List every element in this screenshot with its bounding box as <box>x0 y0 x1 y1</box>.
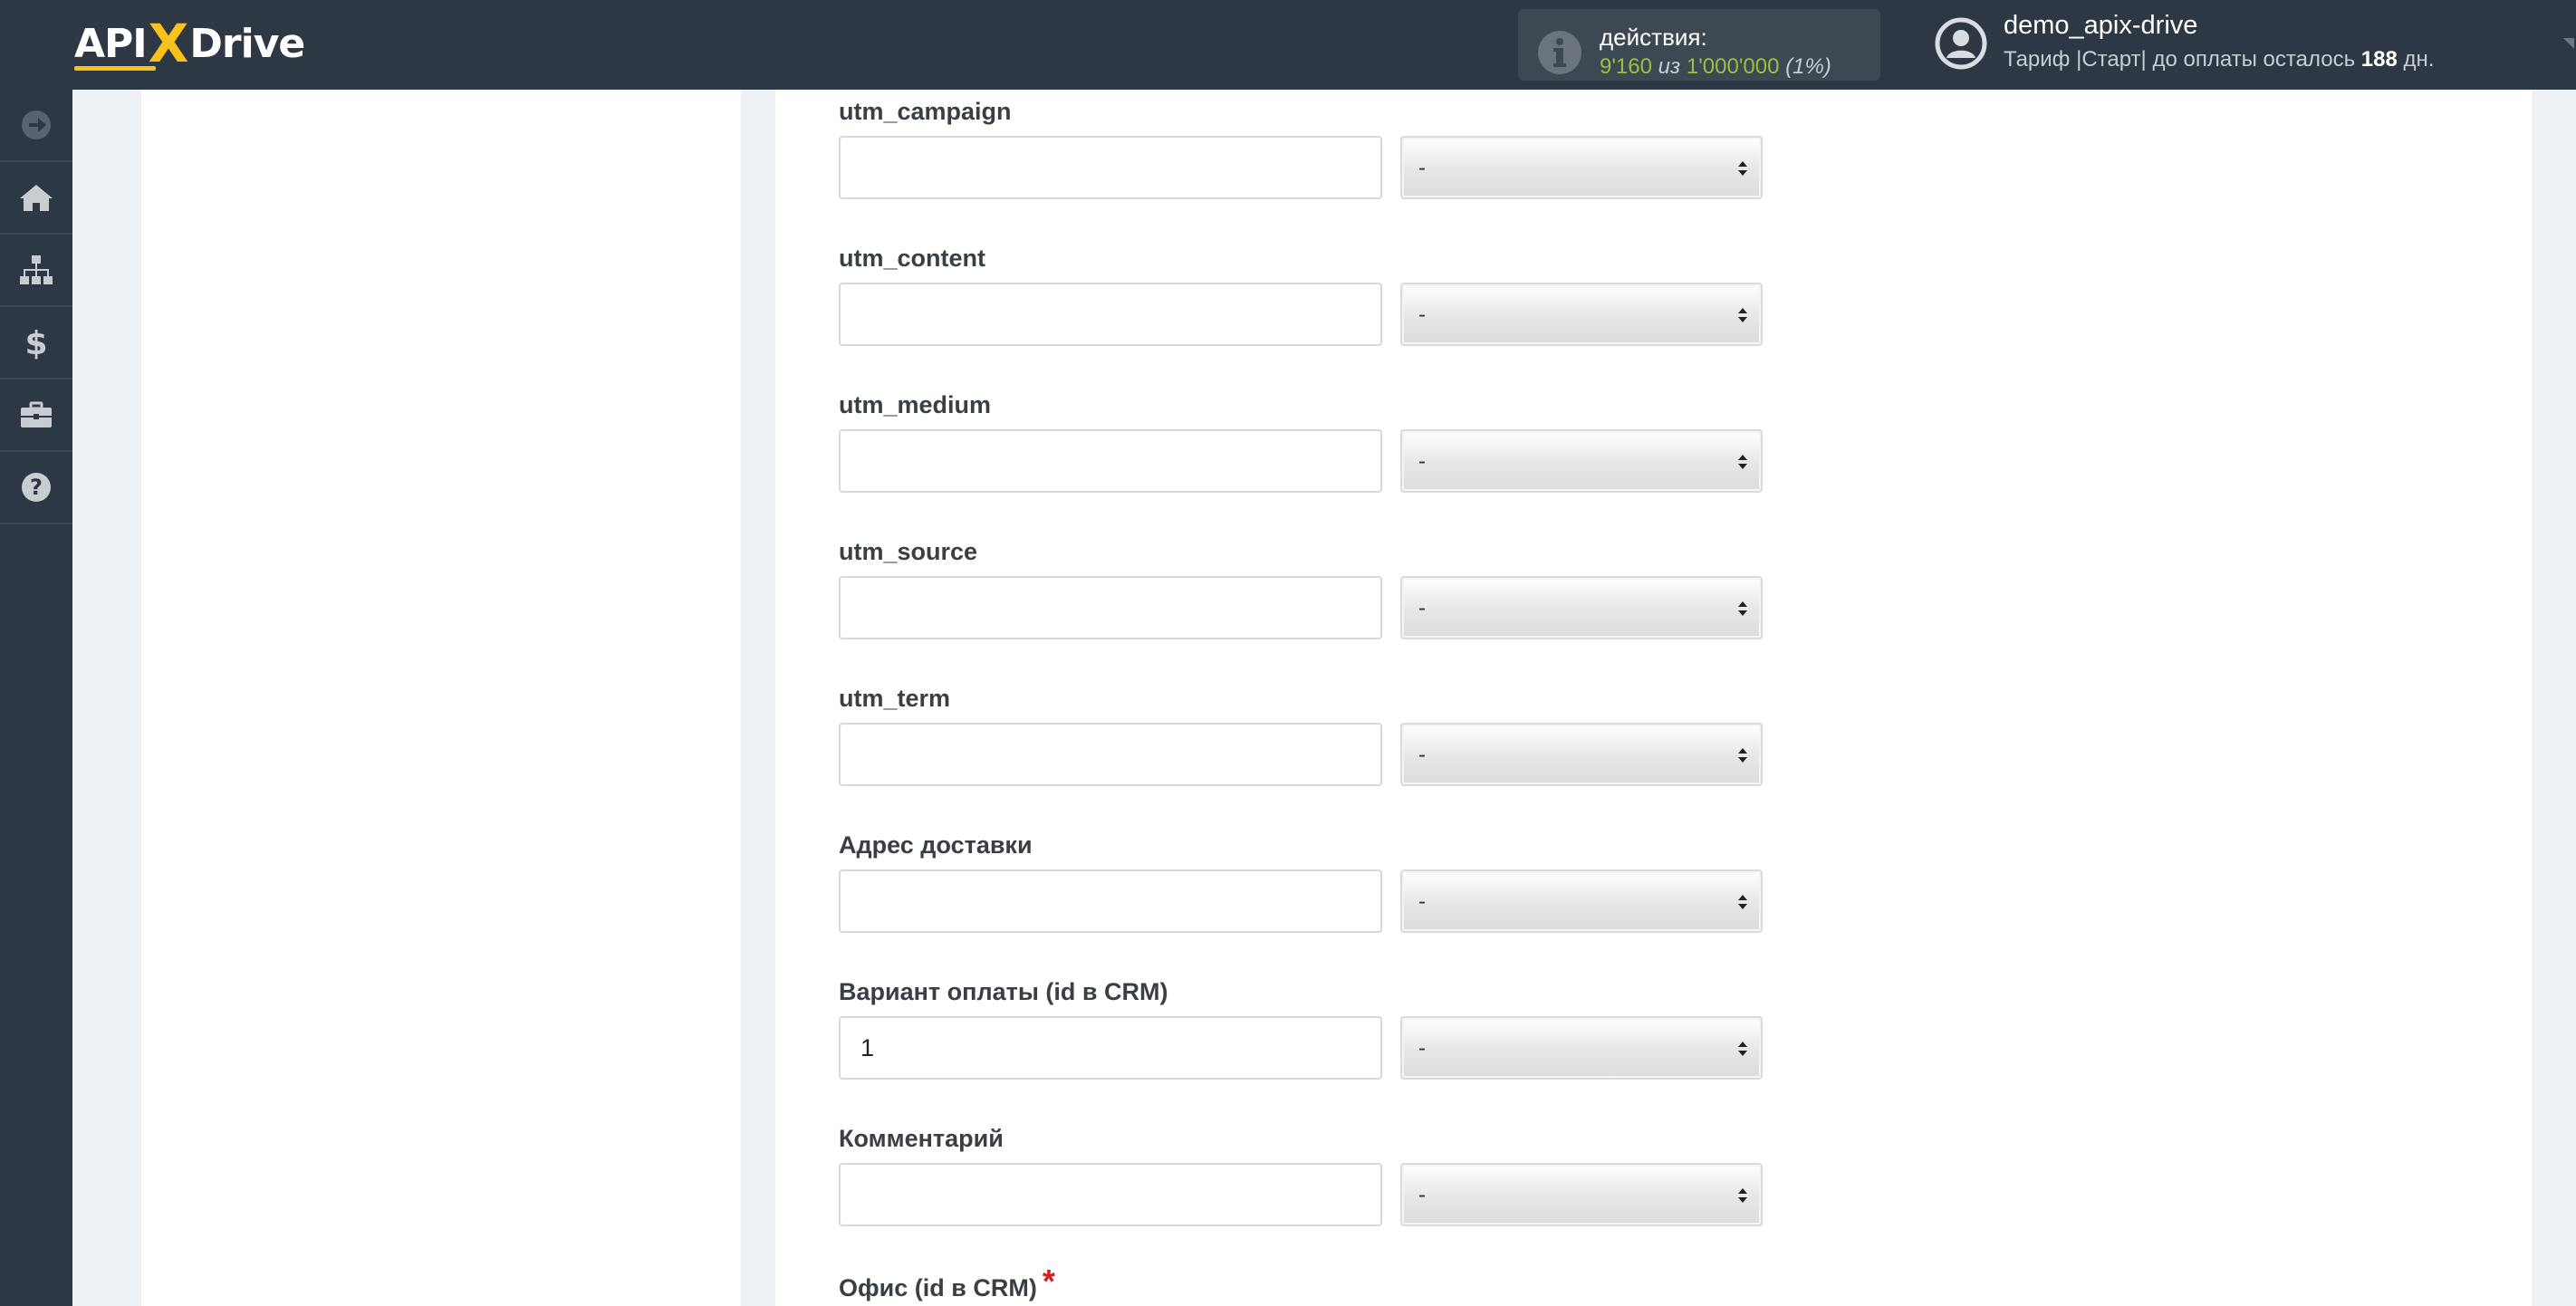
field-label-payment-variant: Вариант оплаты (id в CRM) <box>839 978 1168 1005</box>
office-label-text: Офис (id в CRM) <box>839 1274 1037 1301</box>
svg-text:$: $ <box>24 325 47 360</box>
field-label-delivery-address: Адрес доставки <box>839 831 1033 859</box>
plan-days-unit: дн. <box>2403 47 2435 72</box>
delivery-address-select[interactable]: - <box>1400 869 1763 933</box>
field-label-office: Офис (id в CRM) * <box>839 1263 1055 1304</box>
actions-usage: 9'160 из 1'000'000 (1%) <box>1600 54 1831 80</box>
top-bar: API X Drive действия: 9'160 из 1'000'000 (… <box>0 0 2576 90</box>
sidebar-item-billing[interactable]: $ <box>0 307 72 379</box>
arrow-circle-right-icon <box>22 110 51 139</box>
field-label-comment: Комментарий <box>839 1125 1004 1152</box>
utm-source-select[interactable]: - <box>1400 576 1763 639</box>
utm-campaign-input[interactable] <box>839 136 1382 199</box>
actions-of: из <box>1658 54 1681 79</box>
utm-content-select[interactable]: - <box>1400 283 1763 346</box>
sitemap-icon <box>20 255 53 284</box>
logo-text-x: X <box>148 13 189 74</box>
select-value: - <box>1418 1036 1426 1061</box>
comment-select[interactable]: - <box>1400 1163 1763 1226</box>
sidebar-item-home[interactable] <box>0 162 72 235</box>
sidebar-item-services[interactable] <box>0 379 72 452</box>
field-label-utm-campaign: utm_campaign <box>839 98 1012 125</box>
field-label-utm-term: utm_term <box>839 685 951 712</box>
user-name[interactable]: demo_apix-drive <box>2004 11 2197 41</box>
utm-term-select[interactable]: - <box>1400 723 1763 786</box>
user-plan: Тариф |Старт| до оплаты осталось 188 дн. <box>2004 47 2434 72</box>
question-circle-icon: ? <box>22 473 51 502</box>
select-value: - <box>1418 889 1426 914</box>
delivery-address-input[interactable] <box>839 869 1382 933</box>
select-arrows-icon <box>1738 601 1747 616</box>
select-value: - <box>1418 596 1426 620</box>
info-circle-icon <box>1538 31 1581 74</box>
select-arrows-icon <box>1738 1188 1747 1203</box>
select-value: - <box>1418 449 1426 474</box>
select-value: - <box>1418 302 1426 327</box>
logo-text-drive: Drive <box>189 20 305 67</box>
sidebar-item-expand[interactable] <box>0 90 72 162</box>
payment-variant-select[interactable]: - <box>1400 1016 1763 1080</box>
sidebar: $ ? <box>0 90 72 1306</box>
sidebar-item-connections[interactable] <box>0 235 72 307</box>
actions-used: 9'160 <box>1600 54 1652 79</box>
select-arrows-icon <box>1738 455 1747 469</box>
apix-drive-logo[interactable]: API X Drive <box>74 13 305 74</box>
sidebar-item-help[interactable]: ? <box>0 452 72 524</box>
required-mark: * <box>1042 1263 1055 1300</box>
utm-medium-input[interactable] <box>839 429 1382 493</box>
actions-label: действия: <box>1600 24 1707 51</box>
home-icon <box>20 185 53 211</box>
payment-variant-input[interactable] <box>839 1016 1382 1080</box>
actions-counter: действия: 9'160 из 1'000'000 (1%) <box>1518 9 1880 81</box>
select-arrows-icon <box>1738 748 1747 763</box>
actions-percent: (1%) <box>1785 54 1831 79</box>
plan-days: 188 <box>2360 47 2398 72</box>
dollar-icon: $ <box>24 325 47 360</box>
left-panel <box>141 90 741 1306</box>
select-arrows-icon <box>1738 308 1747 322</box>
utm-campaign-select[interactable]: - <box>1400 136 1763 199</box>
select-arrows-icon <box>1738 161 1747 176</box>
utm-medium-select[interactable]: - <box>1400 429 1763 493</box>
actions-total: 1'000'000 <box>1686 54 1780 79</box>
field-label-utm-medium: utm_medium <box>839 391 992 418</box>
select-arrows-icon <box>1738 895 1747 909</box>
select-value: - <box>1418 743 1426 767</box>
user-avatar-icon[interactable] <box>1935 17 1987 70</box>
utm-content-input[interactable] <box>839 283 1382 346</box>
logo-text-api: API <box>74 20 156 71</box>
utm-term-input[interactable] <box>839 723 1382 786</box>
select-value: - <box>1418 1183 1426 1207</box>
select-arrows-icon <box>1738 1042 1747 1056</box>
field-label-utm-content: utm_content <box>839 245 985 272</box>
select-value: - <box>1418 156 1426 180</box>
plan-text: Тариф |Старт| до оплаты осталось <box>2004 47 2356 72</box>
svg-text:?: ? <box>30 475 43 500</box>
briefcase-icon <box>21 401 52 427</box>
utm-source-input[interactable] <box>839 576 1382 639</box>
form-panel <box>775 90 2532 1306</box>
comment-input[interactable] <box>839 1163 1382 1226</box>
menu-caret-icon[interactable] <box>2563 38 2574 49</box>
field-label-utm-source: utm_source <box>839 538 978 565</box>
